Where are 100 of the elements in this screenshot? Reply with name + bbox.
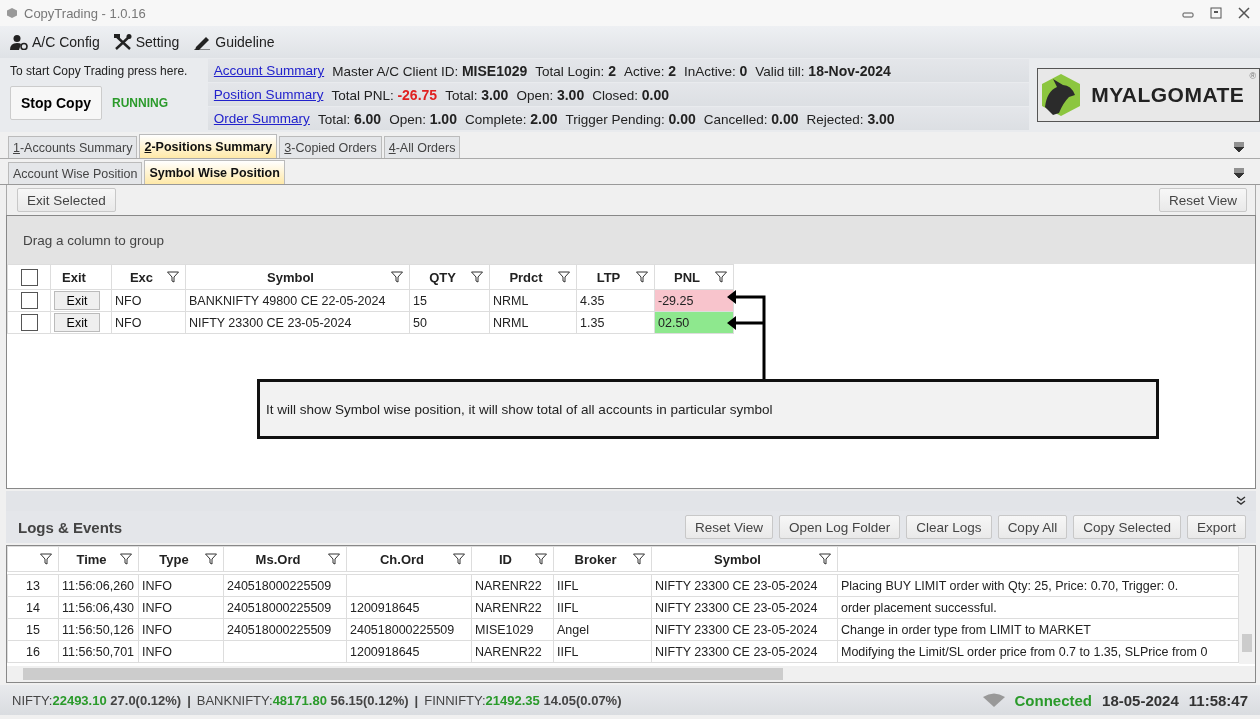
log-action-button[interactable]: Copy Selected [1073, 515, 1181, 539]
table-cell: MISE1029 [471, 618, 554, 641]
sub-tab[interactable]: Account Wise Position [8, 162, 143, 184]
table-cell: 11:56:06,430 [58, 596, 139, 619]
summary-link[interactable]: Order Summary [213, 111, 310, 126]
column-header[interactable]: Time [58, 546, 139, 572]
tab[interactable]: 2-Positions Summary [139, 134, 278, 158]
separator: | [414, 692, 419, 708]
tab[interactable]: 3-Copied Orders [279, 136, 382, 158]
filter-icon[interactable] [471, 271, 483, 283]
column-header[interactable]: Ms.Ord [223, 546, 347, 572]
log-action-button[interactable]: Export [1186, 515, 1246, 539]
summary-field: Cancelled: 0.00 [703, 110, 799, 127]
exit-button[interactable]: Exit [54, 313, 100, 332]
column-header[interactable]: Prdct [489, 264, 577, 290]
app-icon [6, 7, 18, 19]
table-cell: INFO [138, 596, 224, 619]
group-hint: Drag a column to group [23, 232, 165, 248]
summary-field: Complete: 2.00 [464, 110, 558, 127]
table-cell: INFO [138, 618, 224, 641]
table-cell: 15 [409, 289, 490, 312]
summary-link[interactable]: Position Summary [213, 87, 324, 102]
separator: | [187, 692, 191, 708]
column-header[interactable]: PNL [654, 264, 734, 290]
sub-tab[interactable]: Symbol Wise Position [144, 160, 285, 184]
filter-icon[interactable] [167, 271, 179, 283]
table-cell: 240518000225509 [223, 618, 347, 641]
reset-view-button[interactable]: Reset View [1158, 188, 1247, 212]
status-time: 11:58:47 [1188, 691, 1248, 709]
registered-mark: ® [1249, 71, 1256, 81]
column-header[interactable]: Symbol [185, 264, 410, 290]
table-cell: NARENR22 [471, 574, 554, 597]
table-cell: 11:56:50,126 [58, 618, 139, 641]
filter-icon[interactable] [120, 553, 132, 565]
filter-icon[interactable] [558, 271, 570, 283]
expand-icon[interactable] [1236, 496, 1246, 506]
filter-icon[interactable] [819, 553, 831, 565]
summary-link[interactable]: Account Summary [213, 63, 325, 78]
table-cell: 11:56:06,260 [58, 574, 139, 597]
status-date: 18-05-2024 [1102, 691, 1179, 709]
filter-icon[interactable] [715, 271, 727, 283]
column-header[interactable]: QTY [409, 264, 490, 290]
summary-field: Trigger Pending: 0.00 [565, 110, 696, 127]
summary-field: Open: 1.00 [389, 110, 457, 127]
maximize-icon[interactable] [1210, 7, 1222, 19]
column-header[interactable]: ID [471, 546, 554, 572]
callout-text: It will show Symbol wise position, it will show total of all accounts in particular symbol [266, 401, 773, 417]
row-checkbox[interactable] [20, 292, 38, 309]
table-cell: INFO [138, 640, 224, 663]
table-cell: NFO [111, 289, 186, 312]
summary-field: Open: 3.00 [516, 86, 585, 103]
table-cell: 11:56:50,701 [58, 640, 139, 663]
table-cell: 1200918645 [346, 640, 472, 663]
stop-copy-button[interactable]: Stop Copy [10, 86, 102, 120]
menu-item[interactable]: A/C Config [10, 34, 100, 50]
select-all-checkbox[interactable] [20, 268, 38, 286]
filter-icon[interactable] [391, 271, 403, 283]
tab[interactable]: 4-All Orders [383, 136, 461, 158]
column-header[interactable]: Exit [50, 264, 112, 290]
table-cell: NIFTY 23300 CE 23-05-2024 [651, 618, 838, 641]
table-cell: 15 [7, 618, 59, 641]
filter-icon[interactable] [328, 553, 340, 565]
column-header[interactable]: Broker [553, 546, 652, 572]
filter-icon[interactable] [535, 553, 547, 565]
column-header[interactable]: LTP [576, 264, 655, 290]
column-header[interactable]: Exc [111, 264, 186, 290]
running-status: RUNNING [112, 96, 168, 110]
menu-item[interactable]: Setting [113, 34, 180, 50]
tab[interactable]: 1-Accounts Summary [8, 136, 138, 158]
exit-selected-button[interactable]: Exit Selected [17, 188, 116, 212]
table-cell: NIFTY 23300 CE 23-05-2024 [651, 574, 838, 597]
table-cell: 240518000225509 [223, 574, 347, 597]
column-header[interactable]: Symbol [651, 546, 838, 572]
close-icon[interactable] [1238, 7, 1250, 19]
filter-icon[interactable] [633, 553, 645, 565]
filter-icon[interactable] [205, 553, 217, 565]
bull-logo-icon [1041, 73, 1082, 117]
log-action-button[interactable]: Clear Logs [906, 515, 992, 539]
table-cell: 16 [7, 640, 59, 663]
table-cell: INFO [138, 574, 224, 597]
table-cell: 240518000225509 [346, 618, 472, 641]
collapse-icon[interactable] [1234, 142, 1244, 152]
column-header[interactable]: Ch.Ord [346, 546, 472, 572]
horizontal-scrollbar[interactable] [7, 666, 1255, 682]
collapse-icon[interactable] [1234, 168, 1244, 178]
vertical-scrollbar[interactable] [1239, 546, 1255, 664]
log-action-button[interactable]: Reset View [684, 515, 773, 539]
exit-button[interactable]: Exit [54, 291, 100, 310]
table-cell: order placement successful. [837, 596, 1239, 619]
table-cell: NIFTY 23300 CE 23-05-2024 [651, 596, 838, 619]
log-action-button[interactable]: Copy All [997, 515, 1068, 539]
table-cell: 1.35 [576, 311, 655, 334]
log-action-button[interactable]: Open Log Folder [779, 515, 901, 539]
row-checkbox[interactable] [20, 314, 38, 331]
filter-icon[interactable] [453, 553, 465, 565]
menu-item[interactable]: Guideline [193, 34, 275, 50]
column-header[interactable]: Type [138, 546, 224, 572]
start-hint: To start Copy Trading press here. [10, 64, 189, 78]
filter-icon[interactable] [636, 271, 648, 283]
filter-icon[interactable] [40, 553, 52, 565]
